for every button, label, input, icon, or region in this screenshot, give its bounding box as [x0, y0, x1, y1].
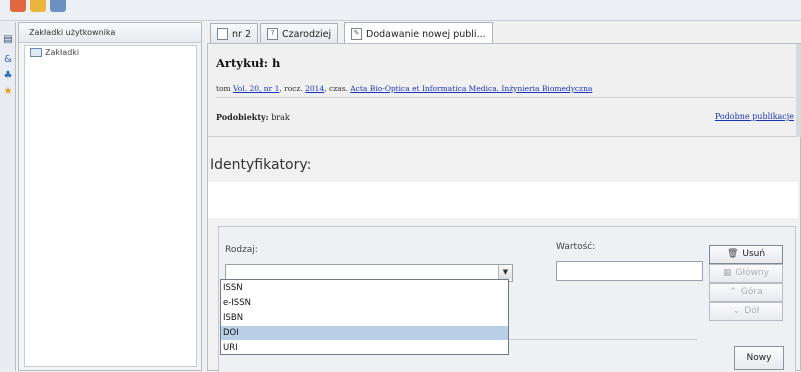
tab-bar: nr 2 ? Czarodziej ✎ Dodawanie nowej publ… [207, 21, 801, 45]
move-down-button-label: Dół [744, 306, 760, 316]
bookmarks-panel-icon[interactable]: ▤ [2, 34, 14, 46]
set-main-button[interactable]: ▦ Główny [709, 264, 783, 283]
scrollbar[interactable] [796, 44, 801, 137]
subobjects-label: Podobiekty: [216, 112, 269, 122]
bookmarks-panel-title: Zakładki użytkownika [19, 23, 201, 43]
tree-item-label: Zakładki [45, 48, 80, 57]
tab-label: nr 2 [232, 28, 251, 40]
delete-button-label: Usuń [742, 249, 766, 259]
move-up-button-label: Góra [740, 287, 763, 297]
tab-dodawanie-nowej-publikacji[interactable]: ✎ Dodawanie nowej publi... [344, 22, 493, 45]
subobjects-value: brak [271, 113, 290, 122]
tab-czarodziej[interactable]: ? Czarodziej [260, 23, 339, 44]
toolbar-icon-yellow[interactable] [30, 0, 46, 12]
hierarchy-icon[interactable]: ♣ [2, 70, 14, 82]
folder-icon [30, 48, 42, 57]
delete-button[interactable]: 🗑 Usuń [709, 245, 783, 264]
bookmarks-panel: Zakładki użytkownika Zakładki [18, 22, 202, 371]
article-metadata-line: tom Vol. 20, nr 1, rocz. 2014, czas. Act… [216, 84, 592, 93]
wizard-icon: ? [267, 28, 278, 40]
article-title: Artykuł: h [216, 56, 281, 70]
value-input[interactable] [556, 261, 703, 281]
year-link[interactable]: 2014 [305, 84, 324, 93]
chevron-down-icon: ⌄ [732, 306, 741, 316]
dropdown-option-doi[interactable]: DOI [221, 326, 508, 340]
left-icon-rail: ▤ & ♣ ★ [0, 22, 16, 371]
main-icon: ▦ [723, 268, 732, 278]
trash-icon: 🗑 [726, 249, 739, 259]
bookmarks-tree: Zakładki [24, 45, 197, 367]
identifiers-list-area [208, 182, 798, 218]
toolbar-icon-red[interactable] [10, 0, 26, 12]
document-icon [217, 28, 228, 40]
volume-link[interactable]: Vol. 20, nr 1 [233, 84, 279, 93]
edit-document-icon: ✎ [351, 28, 362, 40]
favorites-star-icon[interactable]: ★ [2, 86, 14, 98]
tab-label: Dodawanie nowej publi... [366, 28, 486, 40]
dropdown-option-isbn[interactable]: ISBN [221, 311, 508, 325]
move-up-button[interactable]: ⌃ Góra [709, 283, 783, 302]
divider [216, 97, 794, 98]
value-label: Wartość: [556, 242, 596, 252]
journal-link[interactable]: Acta Bio-Optica et Informatica Medica. I… [350, 84, 592, 93]
czas-prefix: , czas. [324, 84, 348, 93]
set-main-button-label: Główny [735, 268, 769, 278]
toolbar-icon-blue[interactable] [50, 0, 66, 12]
tom-prefix: tom [216, 84, 231, 93]
article-summary: Artykuł: h tom Vol. 20, nr 1, rocz. 2014… [208, 44, 801, 137]
move-down-button[interactable]: ⌄ Dół [709, 302, 783, 321]
chevron-up-icon: ⌃ [729, 287, 737, 297]
top-toolbar [0, 0, 801, 21]
users-icon[interactable]: & [2, 54, 14, 66]
dropdown-option-e-issn[interactable]: e-ISSN [221, 296, 508, 310]
identifiers-section-title: Identyfikatory: [210, 157, 312, 173]
similar-publications-link[interactable]: Podobne publikacje [715, 112, 794, 121]
subobjects-info: Podobiekty: brak [216, 112, 290, 122]
tree-item-zakladki[interactable]: Zakładki [30, 48, 79, 57]
tab-nr-2[interactable]: nr 2 [210, 23, 258, 44]
type-label: Rodzaj: [225, 245, 258, 255]
dropdown-option-issn[interactable]: ISSN [221, 281, 508, 295]
dropdown-option-uri[interactable]: URI [221, 341, 508, 355]
tab-label: Czarodziej [282, 28, 332, 40]
rocz-prefix: , rocz. [279, 84, 303, 93]
chevron-down-icon[interactable]: ▼ [498, 265, 512, 279]
new-button[interactable]: Nowy [734, 346, 784, 370]
type-dropdown-list: ISSN e-ISSN ISBN DOI URI [220, 279, 509, 355]
